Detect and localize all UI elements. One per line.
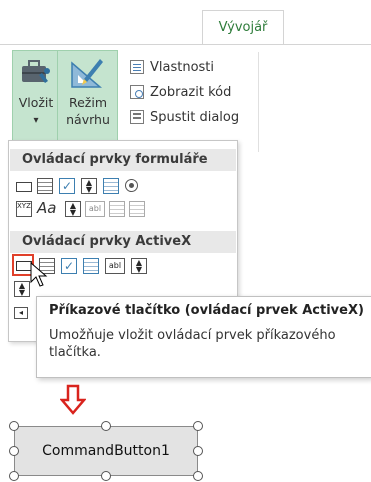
form-controls-header: Ovládací prvky formuláře <box>10 149 236 171</box>
insert-label: Vložit <box>18 95 54 110</box>
design-mode-button[interactable]: Režim návrhu <box>58 50 118 142</box>
insert-dropdown-caret: ▾ <box>33 115 39 126</box>
form-listbox-icon[interactable] <box>103 178 119 194</box>
activex-controls-header: Ovládací prvky ActiveX <box>10 231 236 253</box>
form-groupbox-icon[interactable]: XYZ <box>16 201 32 217</box>
command-button[interactable]: CommandButton1 <box>14 426 198 476</box>
form-checkbox-icon[interactable]: ✓ <box>59 178 75 194</box>
mouse-pointer-icon <box>30 262 48 287</box>
resize-handle-bottom-left[interactable] <box>9 471 19 481</box>
form-option-button-icon[interactable] <box>125 179 138 192</box>
form-textfield-icon: abl <box>85 201 105 217</box>
run-dialog-label: Spustit dialog <box>150 109 240 125</box>
design-mode-icon <box>71 59 103 88</box>
tooltip-text: Umožňuje vložit ovládací prvek příkazové… <box>49 328 336 360</box>
resize-handle-top[interactable] <box>101 421 111 431</box>
resize-handle-right[interactable] <box>193 446 203 456</box>
ribbon-tab-row: Vývojář <box>0 0 371 44</box>
design-label-line1: Režim <box>68 95 108 110</box>
form-label-icon[interactable]: Aa <box>37 199 56 217</box>
form-button-icon[interactable] <box>16 182 32 192</box>
activex-checkbox-icon[interactable]: ✓ <box>61 258 77 274</box>
properties-label: Vlastnosti <box>150 59 215 75</box>
form-combo-dropdown-icon <box>129 201 145 217</box>
tab-developer[interactable]: Vývojář <box>202 10 284 44</box>
activex-scrollbar-icon[interactable]: ▲ ▼ <box>131 258 147 274</box>
view-code-label: Zobrazit kód <box>150 84 232 100</box>
form-scrollbar-icon[interactable]: ▲ ▼ <box>65 201 81 217</box>
form-combobox-icon[interactable] <box>37 178 53 194</box>
form-spinbutton-icon[interactable]: ▲ ▼ <box>81 178 97 194</box>
down-arrow-icon <box>60 384 86 415</box>
activex-textbox-icon[interactable]: abl <box>105 258 125 274</box>
view-code-button[interactable]: Zobrazit kód <box>130 81 231 103</box>
activex-more-icon[interactable]: ◂ <box>14 307 28 319</box>
run-dialog-icon <box>130 110 144 124</box>
design-label-line2: návrhu <box>66 112 110 127</box>
resize-handle-bottom[interactable] <box>101 471 111 481</box>
form-combo-list-icon <box>109 201 125 217</box>
properties-icon <box>130 60 144 74</box>
resize-handle-top-left[interactable] <box>9 421 19 431</box>
resize-handle-top-right[interactable] <box>193 421 203 431</box>
tooltip-title: Příkazové tlačítko (ovládací prvek Activ… <box>49 303 364 318</box>
tooltip: Příkazové tlačítko (ovládací prvek Activ… <box>36 296 371 378</box>
resize-handle-left[interactable] <box>9 446 19 456</box>
activex-spinbutton-icon[interactable]: ▲ ▼ <box>14 281 30 297</box>
ribbon-separator <box>258 52 259 152</box>
resize-handle-bottom-right[interactable] <box>193 471 203 481</box>
command-button-label: CommandButton1 <box>42 443 170 459</box>
tab-developer-label: Vývojář <box>218 20 268 35</box>
activex-listbox-icon[interactable] <box>83 258 99 274</box>
view-code-icon <box>130 85 144 99</box>
toolbox-icon <box>22 60 50 83</box>
insert-button[interactable]: Vložit ▾ <box>12 50 58 142</box>
properties-button[interactable]: Vlastnosti <box>130 56 214 78</box>
run-dialog-button[interactable]: Spustit dialog <box>130 106 239 128</box>
